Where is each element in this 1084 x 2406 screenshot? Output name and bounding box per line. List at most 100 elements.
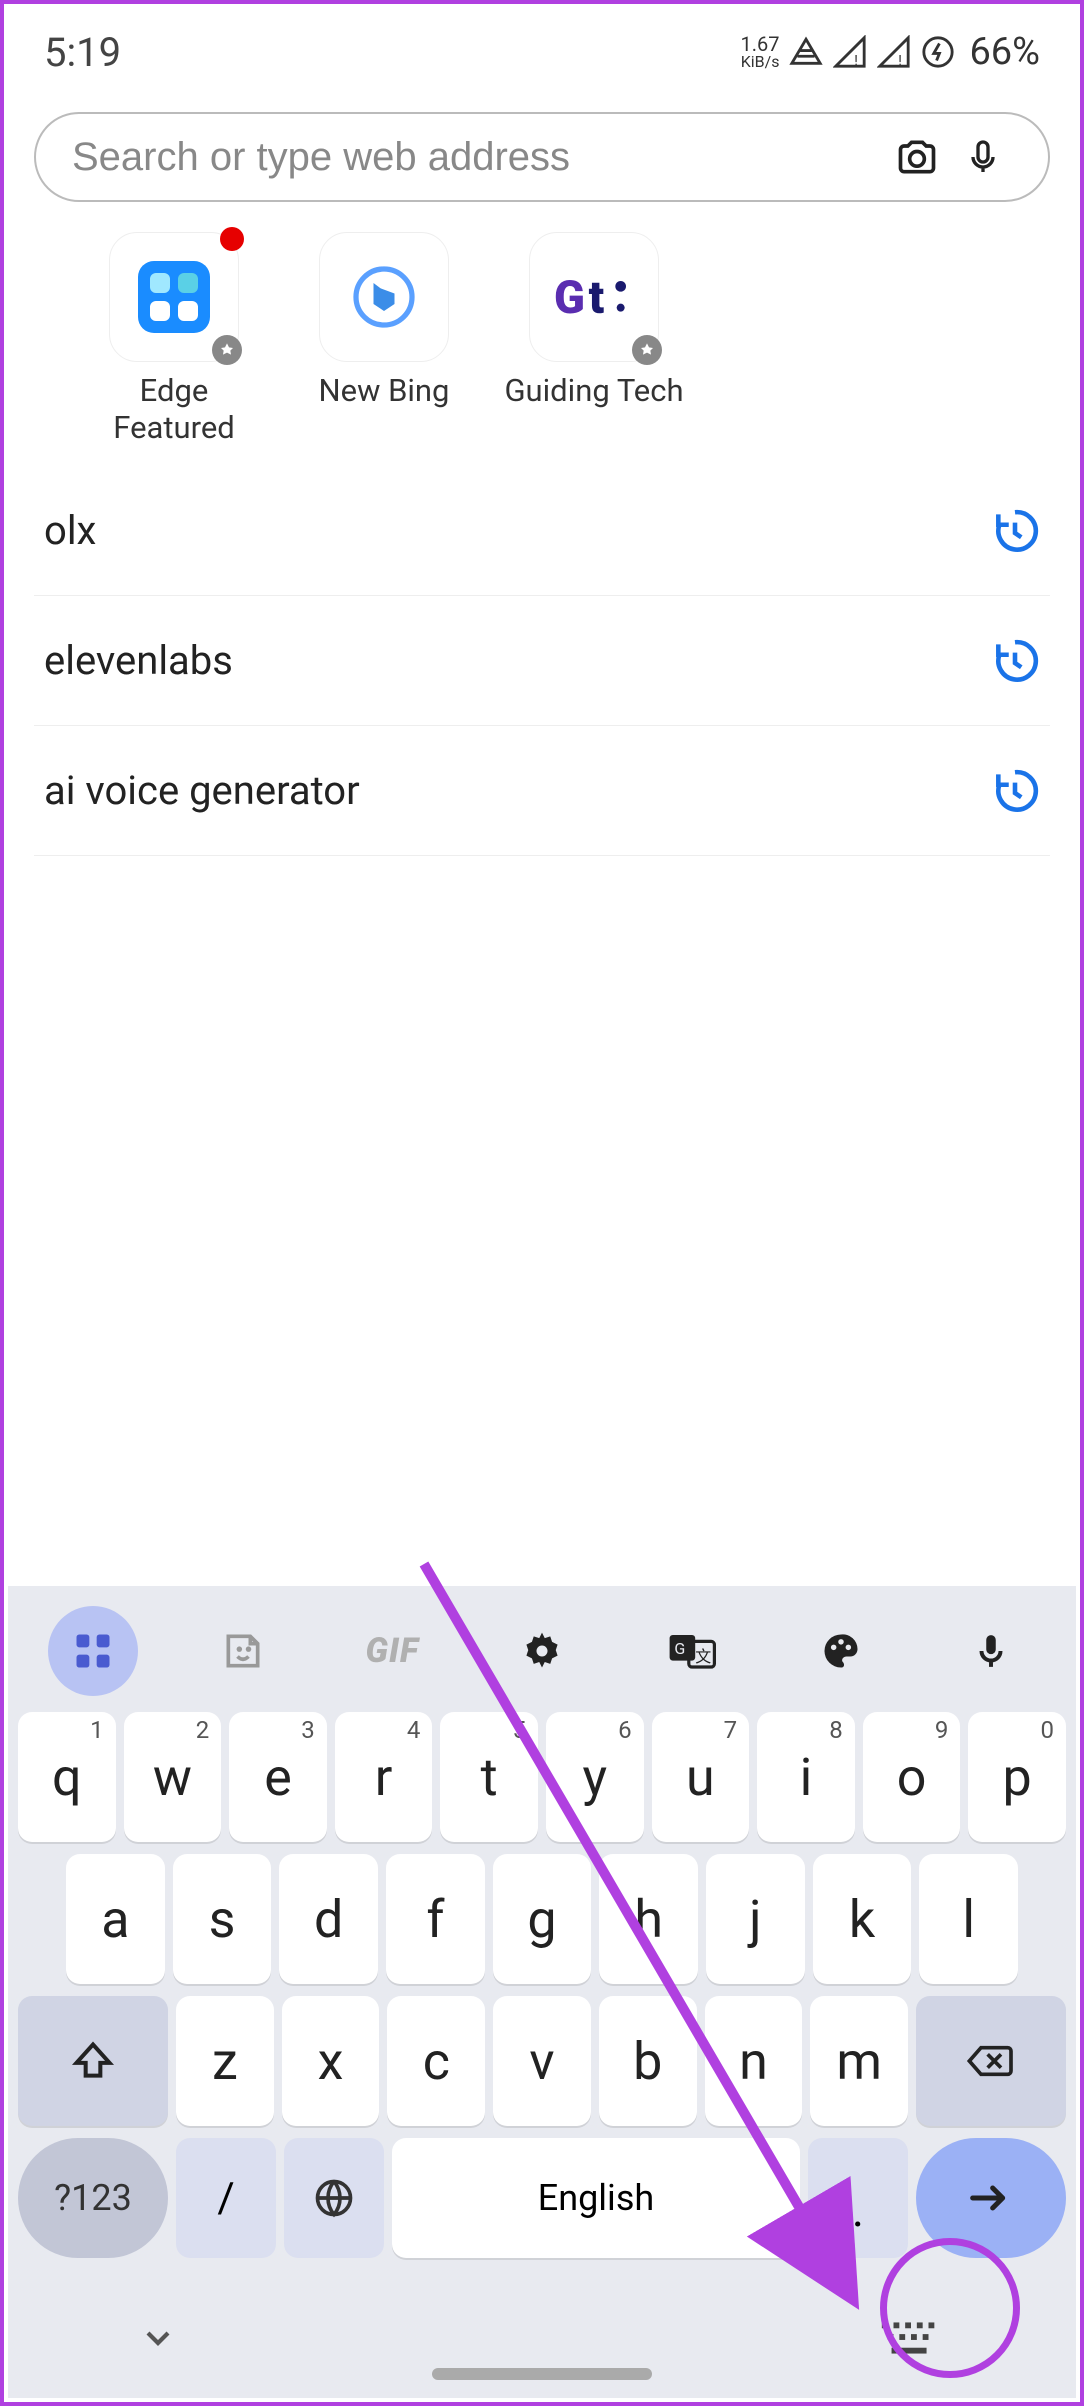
- svg-text:t: t: [589, 272, 605, 325]
- key-e[interactable]: e3: [229, 1712, 327, 1842]
- key-alt-number: 9: [935, 1716, 949, 1744]
- history-item[interactable]: elevenlabs: [34, 596, 1050, 726]
- key-d[interactable]: d: [279, 1854, 378, 1984]
- history-text: elevenlabs: [44, 637, 233, 684]
- gif-icon: GIF: [366, 1631, 419, 1671]
- data-rate: 1.67 KiB/s: [740, 34, 779, 70]
- home-indicator[interactable]: [432, 2368, 652, 2380]
- signal-1-icon: !: [833, 35, 867, 69]
- history-item[interactable]: ai voice generator: [34, 726, 1050, 856]
- svg-text:文: 文: [695, 1647, 711, 1666]
- language-key[interactable]: [284, 2138, 384, 2258]
- backspace-key[interactable]: [916, 1996, 1066, 2126]
- bookmark-guiding-tech[interactable]: Gt Guiding Tech: [504, 232, 684, 446]
- key-q[interactable]: q1: [18, 1712, 116, 1842]
- backspace-icon: [965, 2041, 1017, 2081]
- wifi-icon: [789, 35, 823, 69]
- key-r[interactable]: r4: [335, 1712, 433, 1842]
- key-alt-number: 0: [1040, 1716, 1054, 1744]
- key-i[interactable]: i8: [757, 1712, 855, 1842]
- grid-icon: [71, 1629, 115, 1673]
- keyboard-settings-button[interactable]: [497, 1606, 587, 1696]
- key-f[interactable]: f: [386, 1854, 485, 1984]
- history-item[interactable]: olx: [34, 466, 1050, 596]
- search-input[interactable]: [72, 135, 876, 180]
- battery-saver-icon: [921, 35, 955, 69]
- key-j[interactable]: j: [706, 1854, 805, 1984]
- key-s[interactable]: s: [173, 1854, 272, 1984]
- key-p[interactable]: p0: [968, 1712, 1066, 1842]
- notification-dot-icon: [220, 227, 244, 251]
- period-key[interactable]: .: [808, 2138, 908, 2258]
- microphone-icon: [972, 1629, 1010, 1673]
- key-c[interactable]: c: [387, 1996, 485, 2126]
- key-o[interactable]: o9: [863, 1712, 961, 1842]
- key-v[interactable]: v: [493, 1996, 591, 2126]
- battery-percent: 66%: [969, 30, 1040, 74]
- shift-icon: [71, 2039, 115, 2083]
- key-alt-number: 7: [724, 1716, 738, 1744]
- status-bar: 5:19 1.67 KiB/s ! ! 66%: [4, 4, 1080, 94]
- key-alt-number: 3: [301, 1716, 315, 1744]
- camera-icon: [895, 135, 939, 179]
- bookmark-label: Guiding Tech: [504, 372, 683, 409]
- keyboard-gif-button[interactable]: GIF: [347, 1606, 437, 1696]
- voice-search-button[interactable]: [958, 132, 1008, 182]
- data-rate-value: 1.67: [740, 34, 779, 54]
- keyboard-voice-button[interactable]: [946, 1606, 1036, 1696]
- microphone-icon: [963, 135, 1003, 179]
- key-u[interactable]: u7: [652, 1712, 750, 1842]
- bookmark-new-bing[interactable]: New Bing: [294, 232, 474, 446]
- sticker-icon: [221, 1629, 265, 1673]
- bookmark-label: Edge Featured: [84, 372, 264, 446]
- key-n[interactable]: n: [705, 1996, 803, 2126]
- address-bar[interactable]: [34, 112, 1050, 202]
- history-text: olx: [44, 507, 96, 554]
- status-indicators: 1.67 KiB/s ! ! 66%: [740, 30, 1040, 74]
- keyboard-theme-button[interactable]: [796, 1606, 886, 1696]
- key-k[interactable]: k: [813, 1854, 912, 1984]
- key-alt-number: 8: [829, 1716, 843, 1744]
- key-alt-number: 6: [618, 1716, 632, 1744]
- history-suggestions: olx elevenlabs ai voice generator: [34, 466, 1050, 856]
- bookmark-edge-featured[interactable]: Edge Featured: [84, 232, 264, 446]
- key-w[interactable]: w2: [124, 1712, 222, 1842]
- key-a[interactable]: a: [66, 1854, 165, 1984]
- pin-badge-icon: [632, 335, 662, 365]
- key-b[interactable]: b: [599, 1996, 697, 2126]
- enter-key[interactable]: [916, 2138, 1066, 2258]
- keyboard-translate-button[interactable]: G文: [647, 1606, 737, 1696]
- pin-badge-icon: [212, 335, 242, 365]
- status-time: 5:19: [44, 29, 121, 76]
- keyboard-apps-button[interactable]: [48, 1606, 138, 1696]
- history-clock-icon: [990, 506, 1040, 556]
- svg-text:!: !: [899, 53, 903, 69]
- keyboard-row-2: asdfghjkl: [8, 1848, 1076, 1990]
- svg-text:G: G: [554, 272, 585, 325]
- svg-text:G: G: [674, 1639, 685, 1658]
- key-g[interactable]: g: [493, 1854, 592, 1984]
- key-m[interactable]: m: [810, 1996, 908, 2126]
- key-alt-number: 5: [512, 1716, 526, 1744]
- keyboard-sticker-button[interactable]: [198, 1606, 288, 1696]
- symbols-key[interactable]: ?123: [18, 2138, 168, 2258]
- key-x[interactable]: x: [282, 1996, 380, 2126]
- bing-icon: [349, 262, 419, 332]
- collapse-keyboard-button[interactable]: [138, 2318, 178, 2358]
- key-z[interactable]: z: [176, 1996, 274, 2126]
- keyboard-row-3: zxcvbnm: [8, 1990, 1076, 2132]
- translate-icon: G文: [668, 1629, 716, 1673]
- key-y[interactable]: y6: [546, 1712, 644, 1842]
- keyboard-switch-button[interactable]: [876, 2313, 946, 2363]
- palette-icon: [819, 1629, 863, 1673]
- key-h[interactable]: h: [599, 1854, 698, 1984]
- spacebar-key[interactable]: English: [392, 2138, 800, 2258]
- history-text: ai voice generator: [44, 767, 360, 814]
- edge-featured-icon: [134, 257, 214, 337]
- camera-search-button[interactable]: [892, 132, 942, 182]
- key-t[interactable]: t5: [440, 1712, 538, 1842]
- shift-key[interactable]: [18, 1996, 168, 2126]
- key-l[interactable]: l: [919, 1854, 1018, 1984]
- slash-key[interactable]: /: [176, 2138, 276, 2258]
- on-screen-keyboard: GIF G文 q1w2e3r4t5y6u7i8o9p0 asdfghjkl zx…: [8, 1586, 1076, 2398]
